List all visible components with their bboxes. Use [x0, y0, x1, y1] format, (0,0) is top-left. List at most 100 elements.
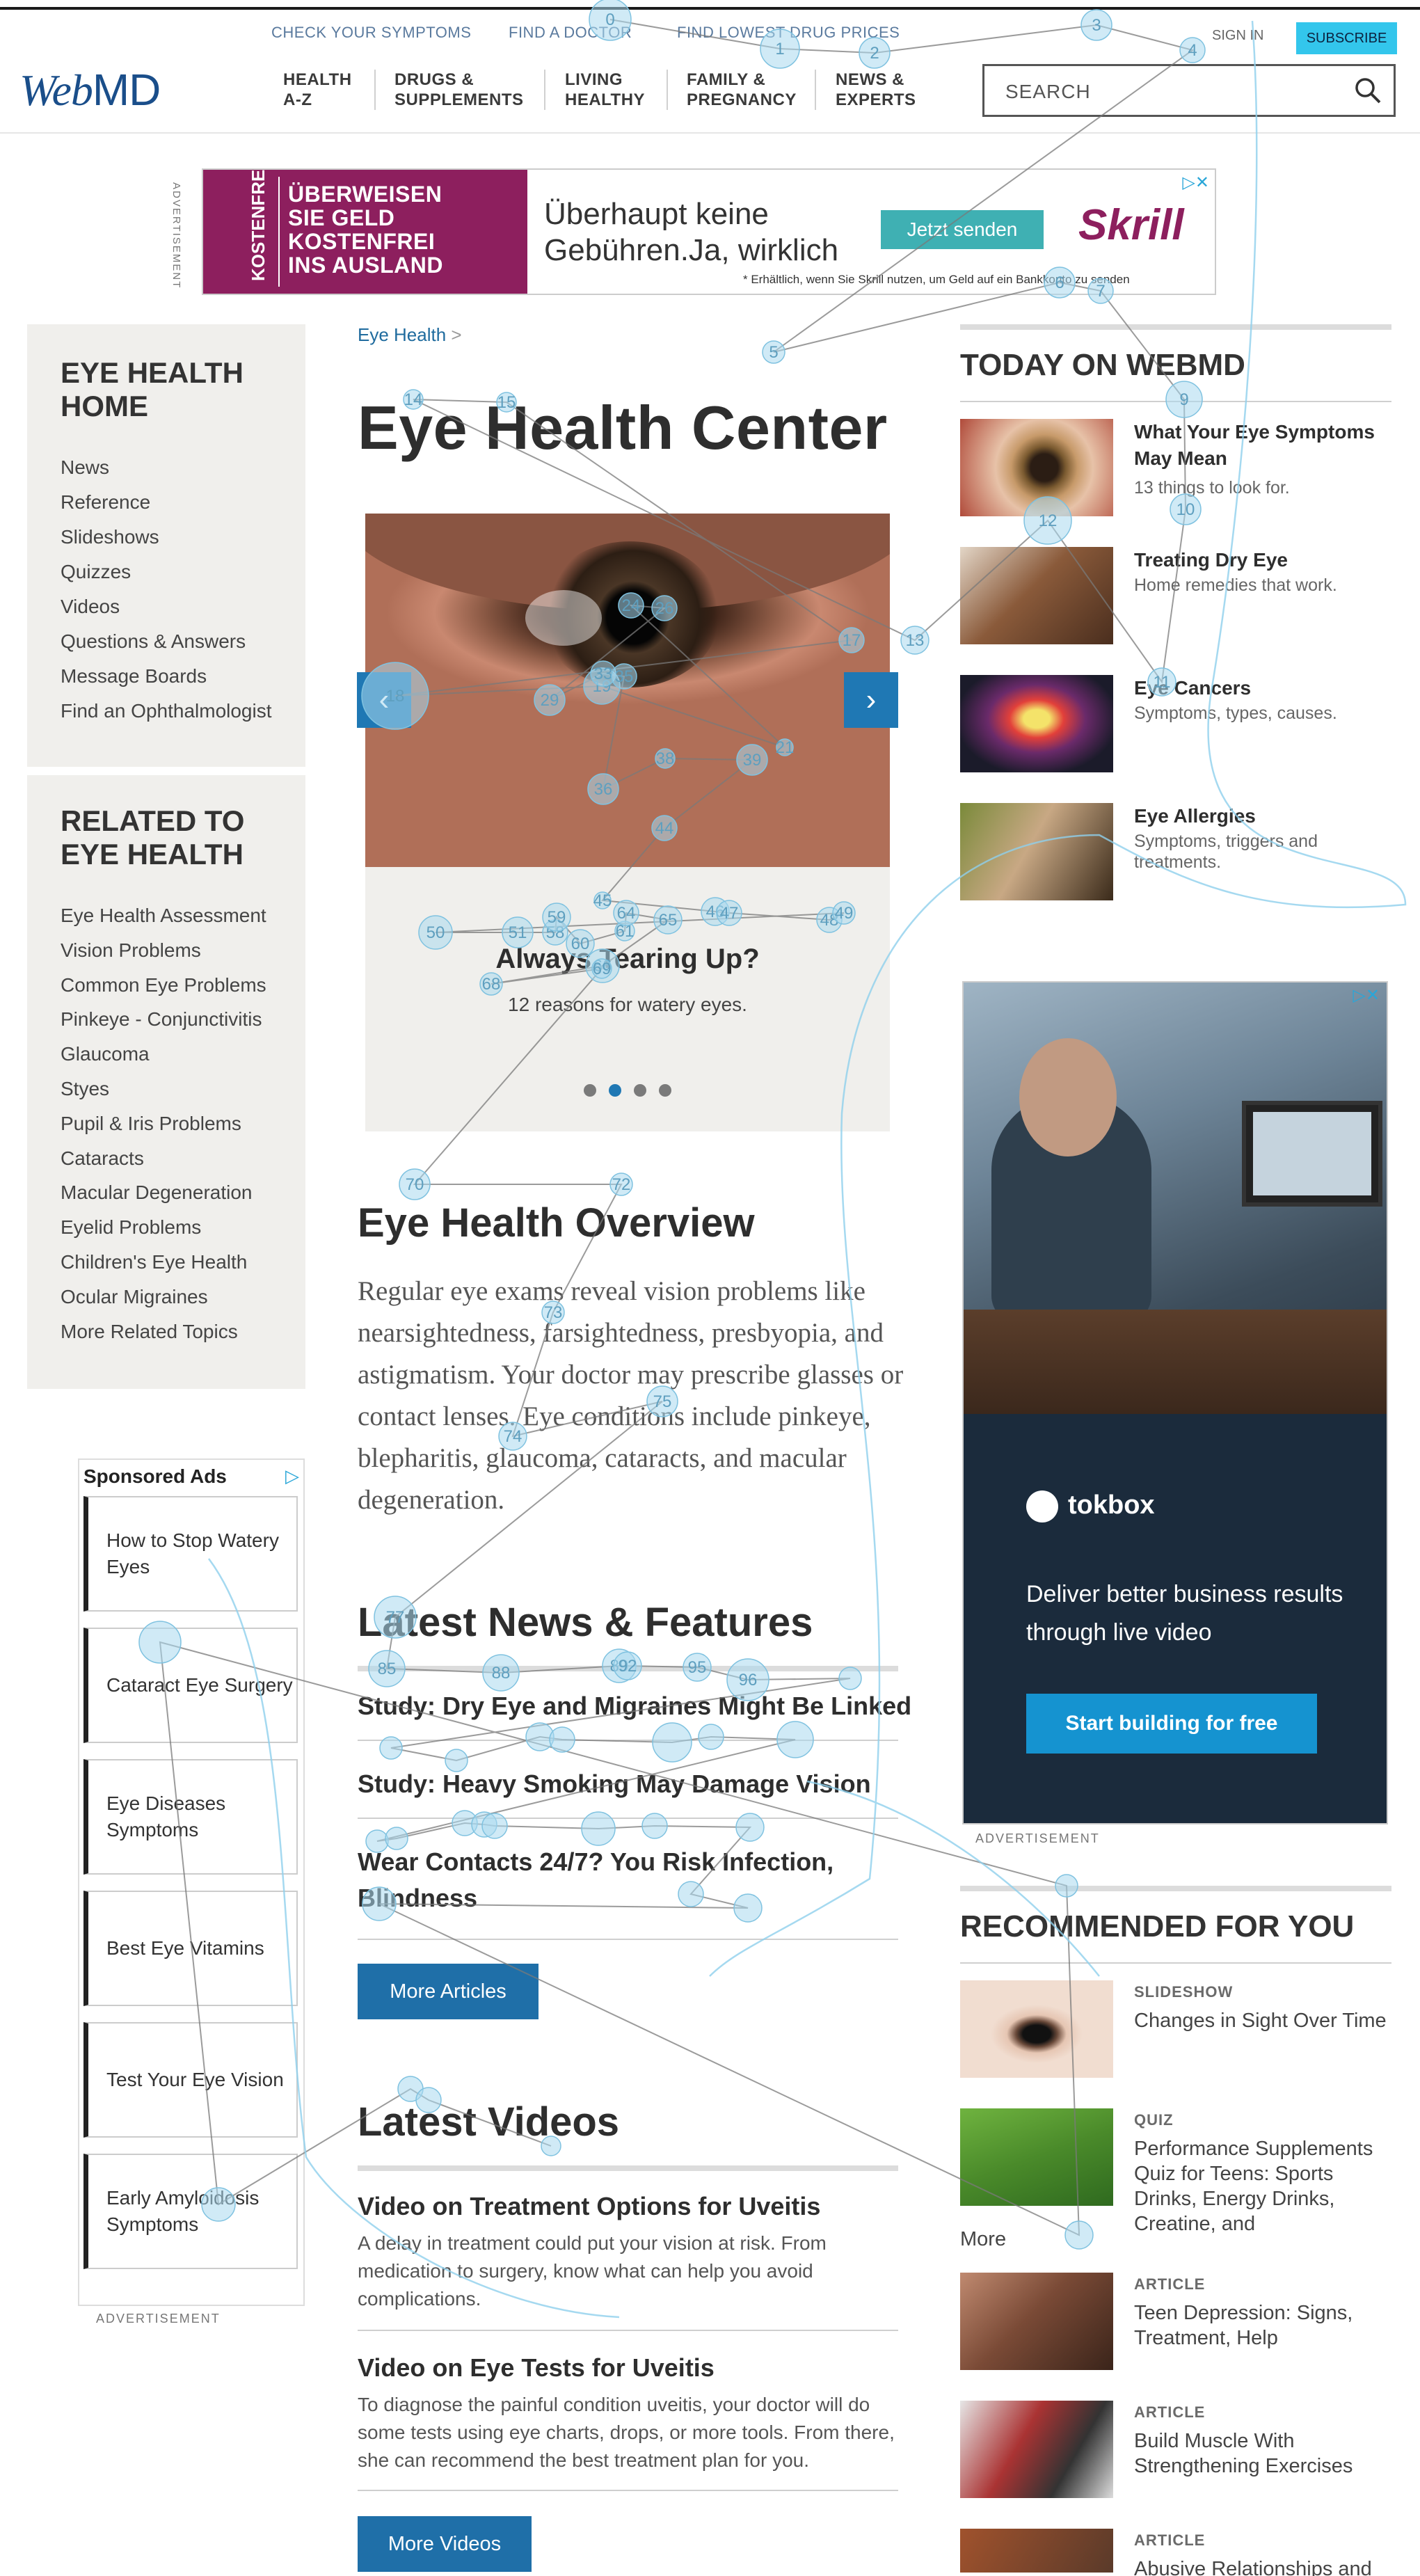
sponsored-ad-item[interactable]: Best Eye Vitamins [83, 1891, 298, 2006]
ad-cta-button[interactable]: Start building for free [1026, 1694, 1317, 1754]
sidebar-home-item[interactable]: Find an Ophthalmologist [61, 700, 272, 722]
adchoices-icon[interactable]: ▷✕ [1182, 173, 1209, 193]
sidebar-related-item[interactable]: Cataracts [61, 1147, 144, 1170]
sidebar-related-item[interactable]: Pinkeye - Conjunctivitis [61, 1008, 262, 1031]
nav-health-az[interactable]: HEALTH A-Z [283, 70, 352, 110]
sponsored-ad-item[interactable]: Cataract Eye Surgery [83, 1628, 298, 1743]
sidebar-related-item[interactable]: Styes [61, 1078, 109, 1100]
gaze-fixation-label: 96 [739, 1671, 758, 1689]
carousel-title[interactable]: Always Tearing Up? [365, 944, 890, 975]
page-title: Eye Health Center [358, 393, 888, 462]
tokbox-ad[interactable]: tokbox Deliver better business results t… [962, 981, 1388, 1824]
recommended-thumbnail[interactable] [960, 2108, 1113, 2206]
sponsored-ad-item[interactable]: Test Your Eye Vision [83, 2022, 298, 2138]
subscribe-button[interactable]: SUBSCRIBE [1296, 22, 1397, 54]
ad-head-shape [1019, 1038, 1117, 1156]
check-symptoms-link[interactable]: CHECK YOUR SYMPTOMS [271, 24, 471, 42]
sidebar-home-item[interactable]: Quizzes [61, 561, 131, 583]
sidebar-related-item[interactable]: Macular Degeneration [61, 1182, 253, 1204]
sidebar-related-item[interactable]: More Related Topics [61, 1321, 238, 1343]
today-item-title[interactable]: What Your Eye Symptoms May Mean [1134, 419, 1391, 472]
recommended-more-link[interactable]: More [960, 2227, 1006, 2252]
news-item-3[interactable]: Wear Contacts 24/7? You Risk Infection, … [358, 1844, 872, 1916]
today-item-title[interactable]: Eye Cancers [1134, 675, 1391, 701]
nav-news-experts[interactable]: NEWS & EXPERTS [836, 70, 916, 110]
sidebar-related-item[interactable]: Vision Problems [61, 939, 201, 962]
sidebar-related-item[interactable]: Common Eye Problems [61, 974, 266, 996]
more-videos-button[interactable]: More Videos [358, 2516, 532, 2572]
today-item-title[interactable]: Eye Allergies [1134, 803, 1391, 829]
recommended-title[interactable]: Abusive Relationships and [1134, 2557, 1393, 2576]
more-articles-button[interactable]: More Articles [358, 1964, 539, 2019]
carousel-dot[interactable] [584, 1084, 596, 1097]
news-item-1[interactable]: Study: Dry Eye and Migraines Might Be Li… [358, 1688, 911, 1724]
today-item-title[interactable]: Treating Dry Eye [1134, 547, 1391, 573]
adchoices-icon[interactable]: ▷ [285, 1465, 299, 1487]
recommended-title[interactable]: Teen Depression: Signs, Treatment, Help [1134, 2300, 1393, 2351]
find-doctor-link[interactable]: FIND A DOCTOR [509, 24, 632, 42]
gaze-fixation-label: 10 [1176, 500, 1195, 519]
gaze-fixation: 13 [900, 626, 930, 655]
video-2-desc: To diagnose the painful condition uveiti… [358, 2394, 895, 2471]
sidebar-home-item[interactable]: Reference [61, 491, 150, 514]
carousel-dot[interactable] [609, 1084, 621, 1097]
today-thumbnail[interactable] [960, 419, 1113, 516]
drug-prices-link[interactable]: FIND LOWEST DRUG PRICES [677, 24, 900, 42]
nav-living-healthy[interactable]: LIVING HEALTHY [565, 70, 645, 110]
sidebar-home-item[interactable]: Slideshows [61, 526, 159, 548]
video-1-title[interactable]: Video on Treatment Options for Uveitis [358, 2192, 820, 2221]
sidebar-related-item[interactable]: Eye Health Assessment [61, 905, 266, 927]
news-item-2[interactable]: Study: Heavy Smoking May Damage Vision [358, 1766, 907, 1802]
sponsored-ad-item[interactable]: How to Stop Watery Eyes [83, 1496, 298, 1612]
recommended-title[interactable]: Build Muscle With Strengthening Exercise… [1134, 2428, 1393, 2479]
sponsored-ad-item[interactable]: Early Amyloidosis Symptoms [83, 2154, 298, 2269]
today-thumbnail[interactable] [960, 675, 1113, 772]
today-thumbnail[interactable] [960, 803, 1113, 900]
nav-drugs-supplements[interactable]: DRUGS & SUPPLEMENTS [394, 70, 524, 110]
video-2-title[interactable]: Video on Eye Tests for Uveitis [358, 2353, 715, 2383]
sidebar-home-item[interactable]: Message Boards [61, 665, 207, 687]
recommended-thumbnail[interactable] [960, 1980, 1113, 2078]
sign-in-link[interactable]: SIGN IN [1212, 28, 1263, 44]
sidebar-home-item[interactable]: Videos [61, 596, 120, 618]
gaze-fixation-label: 70 [406, 1175, 424, 1194]
ad-fine-print: * Erhältlich, wenn Sie Skrill nutzen, um… [743, 273, 1130, 286]
search-icon[interactable] [1355, 77, 1381, 104]
gaze-fixation-label: 72 [612, 1175, 631, 1194]
gaze-fixation: 9 [1165, 381, 1203, 418]
adchoices-icon[interactable]: ▷✕ [1353, 985, 1380, 1005]
breadcrumb-eye-health[interactable]: Eye Health [358, 324, 446, 345]
carousel-dot[interactable] [659, 1084, 671, 1097]
nav-divider [667, 70, 668, 110]
recommended-thumbnail[interactable] [960, 2529, 1113, 2573]
webmd-logo[interactable]: WebMD [19, 64, 161, 116]
sidebar-related-item[interactable]: Ocular Migraines [61, 1286, 208, 1308]
carousel-image[interactable] [365, 514, 890, 867]
today-item-sub: Symptoms, triggers and treatments. [1134, 832, 1318, 872]
sidebar-related-item[interactable]: Pupil & Iris Problems [61, 1113, 241, 1135]
carousel-next-button[interactable]: › [844, 672, 898, 728]
gaze-fixation [698, 1724, 724, 1750]
recommended-thumbnail[interactable] [960, 2273, 1113, 2370]
carousel: ‹ › Always Tearing Up? 12 reasons for wa… [357, 514, 898, 1131]
sponsored-ad-text: Early Amyloidosis Symptoms [106, 2187, 260, 2235]
carousel-prev-button[interactable]: ‹ [357, 672, 411, 728]
nav-family-pregnancy[interactable]: FAMILY & PREGNANCY [687, 70, 797, 110]
sponsored-ad-item[interactable]: Eye Diseases Symptoms [83, 1759, 298, 1875]
nav-divider [374, 70, 376, 110]
search-input[interactable] [1004, 80, 1341, 104]
recommended-title[interactable]: Performance Supplements Quiz for Teens: … [1134, 2136, 1393, 2236]
recommended-title[interactable]: Changes in Sight Over Time [1134, 2008, 1393, 2033]
sidebar-related-item[interactable]: Eyelid Problems [61, 1216, 201, 1239]
sidebar-related-item[interactable]: Glaucoma [61, 1043, 150, 1065]
sidebar-related-item[interactable]: Children's Eye Health [61, 1251, 247, 1273]
sidebar-home-item[interactable]: Questions & Answers [61, 630, 246, 653]
today-thumbnail[interactable] [960, 547, 1113, 644]
carousel-dot[interactable] [634, 1084, 646, 1097]
recommended-thumbnail[interactable] [960, 2401, 1113, 2498]
ad-cta-button[interactable]: Jetzt senden [881, 210, 1044, 249]
ad-tag-text: KOSTENFREI [248, 168, 269, 281]
top-banner-ad[interactable]: KOSTENFREI ÜBERWEISEN SIE GELD KOSTENFRE… [202, 168, 1216, 295]
ad-label: ADVERTISEMENT [170, 182, 182, 289]
sidebar-home-item[interactable]: News [61, 456, 109, 479]
